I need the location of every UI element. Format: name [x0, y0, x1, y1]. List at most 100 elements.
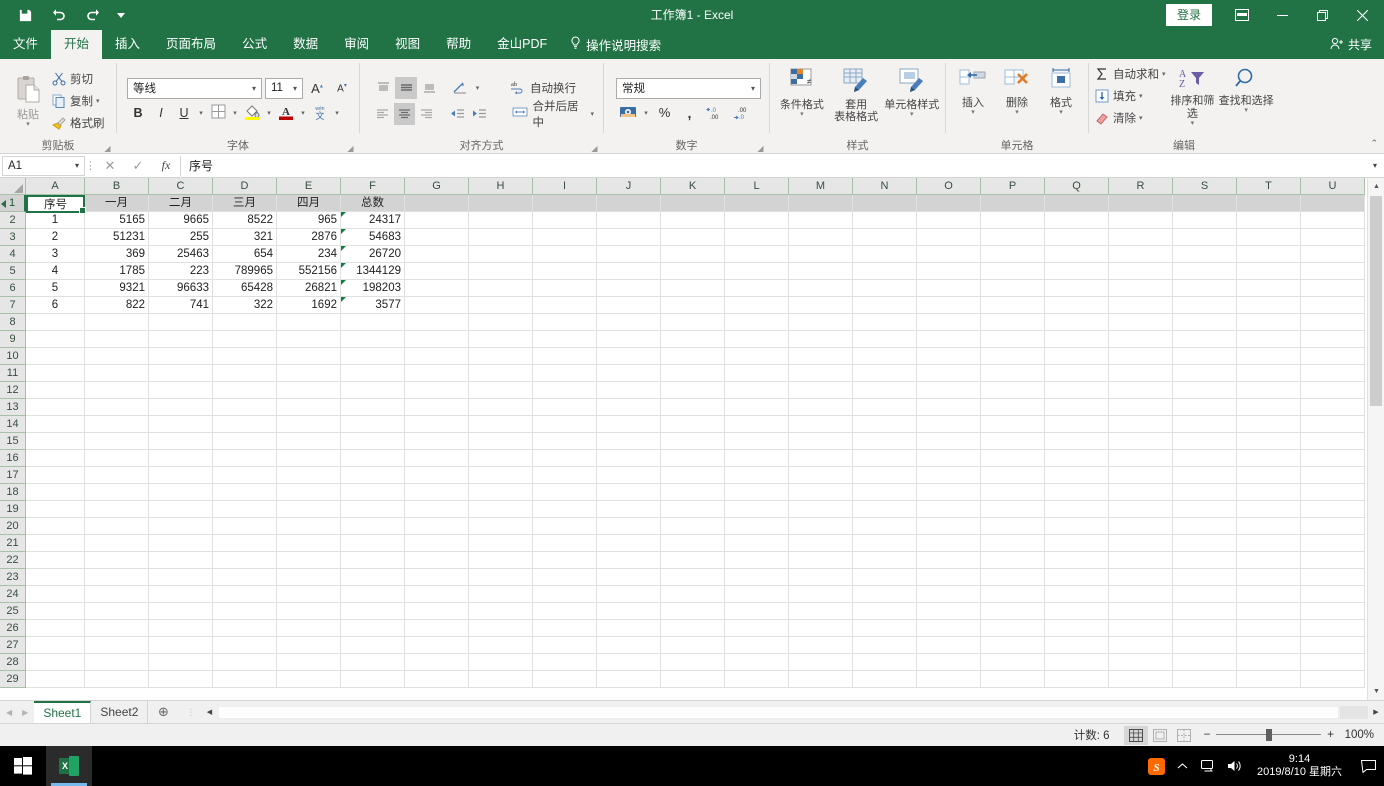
cell-M1[interactable] — [789, 195, 853, 212]
cell-S23[interactable] — [1173, 569, 1237, 586]
cell-C12[interactable] — [149, 382, 213, 399]
row-header-5[interactable]: 5 — [0, 263, 26, 280]
start-button[interactable] — [0, 746, 46, 786]
cell-J13[interactable] — [597, 399, 661, 416]
cell-R20[interactable] — [1109, 518, 1173, 535]
cell-E18[interactable] — [277, 484, 341, 501]
cell-L14[interactable] — [725, 416, 789, 433]
cell-F27[interactable] — [341, 637, 405, 654]
cell-B11[interactable] — [85, 365, 149, 382]
paste-button[interactable]: 粘贴 ▾ — [5, 73, 51, 128]
cell-O20[interactable] — [917, 518, 981, 535]
cell-G3[interactable] — [405, 229, 469, 246]
cell-T26[interactable] — [1237, 620, 1301, 637]
cell-U20[interactable] — [1301, 518, 1365, 535]
cell-I13[interactable] — [533, 399, 597, 416]
cell-N24[interactable] — [853, 586, 917, 603]
cell-E9[interactable] — [277, 331, 341, 348]
column-header-j[interactable]: J — [597, 178, 661, 195]
scroll-up-icon[interactable]: ▲ — [1368, 178, 1384, 195]
cell-F10[interactable] — [341, 348, 405, 365]
cell-O12[interactable] — [917, 382, 981, 399]
cell-M6[interactable] — [789, 280, 853, 297]
cell-D17[interactable] — [213, 467, 277, 484]
show-hidden-icons-button[interactable] — [1169, 746, 1195, 786]
cell-C4[interactable]: 25463 — [149, 246, 213, 263]
row-header-10[interactable]: 10 — [0, 348, 26, 365]
cell-D10[interactable] — [213, 348, 277, 365]
cell-R25[interactable] — [1109, 603, 1173, 620]
cell-B22[interactable] — [85, 552, 149, 569]
cell-D5[interactable]: 789965 — [213, 263, 277, 280]
borders-chevron[interactable]: ▾ — [230, 102, 240, 124]
cell-T28[interactable] — [1237, 654, 1301, 671]
cell-U8[interactable] — [1301, 314, 1365, 331]
cell-G16[interactable] — [405, 450, 469, 467]
insert-function-icon[interactable]: fx — [152, 156, 180, 176]
cell-N17[interactable] — [853, 467, 917, 484]
font-color-button[interactable]: A — [275, 102, 297, 124]
cell-O27[interactable] — [917, 637, 981, 654]
clipboard-dialog-launcher[interactable]: ◢ — [103, 144, 112, 153]
cell-D2[interactable]: 8522 — [213, 212, 277, 229]
cell-K26[interactable] — [661, 620, 725, 637]
cell-I9[interactable] — [533, 331, 597, 348]
cell-R4[interactable] — [1109, 246, 1173, 263]
cell-H13[interactable] — [469, 399, 533, 416]
cell-L24[interactable] — [725, 586, 789, 603]
cell-F25[interactable] — [341, 603, 405, 620]
currency-button[interactable] — [616, 102, 639, 124]
cell-J25[interactable] — [597, 603, 661, 620]
cell-R24[interactable] — [1109, 586, 1173, 603]
cell-F19[interactable] — [341, 501, 405, 518]
cell-H5[interactable] — [469, 263, 533, 280]
cell-P2[interactable] — [981, 212, 1045, 229]
cell-H7[interactable] — [469, 297, 533, 314]
cell-J2[interactable] — [597, 212, 661, 229]
tab-formulas[interactable]: 公式 — [229, 30, 280, 59]
cell-H12[interactable] — [469, 382, 533, 399]
cell-O14[interactable] — [917, 416, 981, 433]
cell-J29[interactable] — [597, 671, 661, 688]
cell-A2[interactable]: 1 — [26, 212, 85, 229]
cell-U2[interactable] — [1301, 212, 1365, 229]
cell-J1[interactable] — [597, 195, 661, 212]
cell-P12[interactable] — [981, 382, 1045, 399]
horizontal-scrollbar[interactable]: ⋮ ◀ ▶ — [178, 701, 1384, 723]
cell-J21[interactable] — [597, 535, 661, 552]
cell-A8[interactable] — [26, 314, 85, 331]
cell-G7[interactable] — [405, 297, 469, 314]
cell-I11[interactable] — [533, 365, 597, 382]
column-header-h[interactable]: H — [469, 178, 533, 195]
cell-R14[interactable] — [1109, 416, 1173, 433]
cell-K29[interactable] — [661, 671, 725, 688]
cell-D7[interactable]: 322 — [213, 297, 277, 314]
cell-U19[interactable] — [1301, 501, 1365, 518]
cell-E14[interactable] — [277, 416, 341, 433]
cell-T25[interactable] — [1237, 603, 1301, 620]
cell-J5[interactable] — [597, 263, 661, 280]
cell-M17[interactable] — [789, 467, 853, 484]
row-header-13[interactable]: 13 — [0, 399, 26, 416]
cell-C10[interactable] — [149, 348, 213, 365]
cell-P15[interactable] — [981, 433, 1045, 450]
row-header-7[interactable]: 7 — [0, 297, 26, 314]
cell-S10[interactable] — [1173, 348, 1237, 365]
cell-J4[interactable] — [597, 246, 661, 263]
row-header-4[interactable]: 4 — [0, 246, 26, 263]
cell-K25[interactable] — [661, 603, 725, 620]
cell-G9[interactable] — [405, 331, 469, 348]
cell-M25[interactable] — [789, 603, 853, 620]
cell-Q4[interactable] — [1045, 246, 1109, 263]
cell-N29[interactable] — [853, 671, 917, 688]
cell-R3[interactable] — [1109, 229, 1173, 246]
cell-R17[interactable] — [1109, 467, 1173, 484]
cell-G17[interactable] — [405, 467, 469, 484]
cell-M28[interactable] — [789, 654, 853, 671]
cell-K24[interactable] — [661, 586, 725, 603]
cell-E17[interactable] — [277, 467, 341, 484]
cell-E8[interactable] — [277, 314, 341, 331]
cell-N4[interactable] — [853, 246, 917, 263]
row-header-25[interactable]: 25 — [0, 603, 26, 620]
cell-G15[interactable] — [405, 433, 469, 450]
